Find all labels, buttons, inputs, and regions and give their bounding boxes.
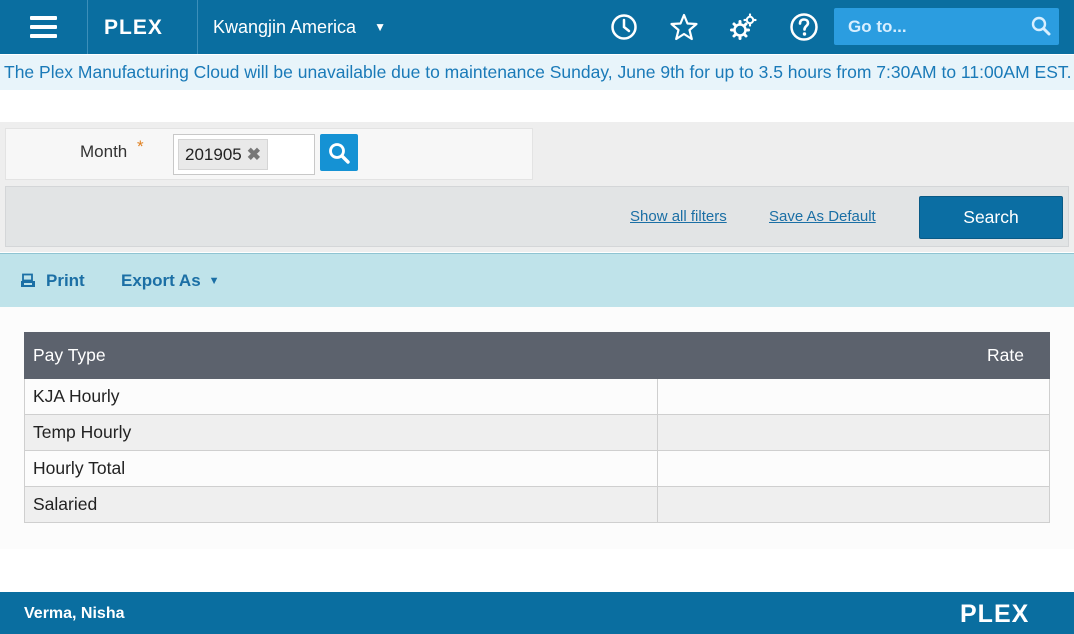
search-icon[interactable] xyxy=(1031,16,1051,41)
help-icon[interactable] xyxy=(784,7,824,47)
footer-logo-text: PLEX xyxy=(960,602,1029,626)
goto-input[interactable] xyxy=(848,16,1018,37)
export-label: Export As xyxy=(121,271,201,290)
pay-type-table: Pay Type Rate KJA Hourly Temp Hourly Hou… xyxy=(24,332,1050,523)
print-label: Print xyxy=(46,271,85,290)
month-picker-field[interactable]: 201905 ✖ xyxy=(173,134,315,175)
remove-chip-icon[interactable]: ✖ xyxy=(247,145,261,165)
goto-search-box[interactable] xyxy=(834,8,1059,45)
table-row[interactable]: KJA Hourly xyxy=(24,378,1050,415)
printer-icon xyxy=(21,273,35,287)
maintenance-banner: The Plex Manufacturing Cloud will be una… xyxy=(0,55,1074,90)
rate-cell xyxy=(657,450,1050,487)
pay-type-cell: Hourly Total xyxy=(24,450,658,487)
header-icon-group xyxy=(604,0,844,54)
star-icon[interactable] xyxy=(664,7,704,47)
footer-bar xyxy=(0,592,1074,634)
banner-message: The Plex Manufacturing Cloud will be una… xyxy=(4,62,1072,82)
logo-text: PLEX xyxy=(104,17,163,37)
footer-plex-logo: PLEX xyxy=(960,602,1029,626)
search-button[interactable]: Search xyxy=(919,196,1063,239)
month-value: 201905 xyxy=(185,144,242,164)
table-row[interactable]: Salaried xyxy=(24,486,1050,523)
print-button[interactable]: Print xyxy=(20,271,85,291)
export-as-dropdown[interactable]: Export As ▼ xyxy=(121,271,220,291)
gears-icon[interactable] xyxy=(724,7,764,47)
pay-type-cell: Temp Hourly xyxy=(24,414,658,451)
month-label: Month xyxy=(80,142,128,161)
chevron-down-icon: ▼ xyxy=(208,275,220,287)
rate-cell xyxy=(657,378,1050,415)
clock-icon[interactable] xyxy=(604,7,644,47)
table-row[interactable]: Hourly Total xyxy=(24,450,1050,487)
show-all-filters-link[interactable]: Show all filters xyxy=(630,208,727,225)
table-row[interactable]: Temp Hourly xyxy=(24,414,1050,451)
user-name: Verma, Nisha xyxy=(24,605,125,622)
table-header-row: Pay Type Rate xyxy=(24,332,1050,379)
chevron-down-icon: ▼ xyxy=(374,20,386,34)
column-header-pay-type[interactable]: Pay Type xyxy=(24,332,658,379)
rate-cell xyxy=(657,414,1050,451)
plex-logo[interactable]: PLEX xyxy=(88,0,198,54)
pay-type-cell: KJA Hourly xyxy=(24,378,658,415)
company-selector[interactable]: Kwangjin America ▼ xyxy=(198,0,386,54)
pay-type-cell: Salaried xyxy=(24,486,658,523)
save-as-default-link[interactable]: Save As Default xyxy=(769,208,876,225)
hamburger-menu-icon[interactable] xyxy=(0,0,88,54)
required-indicator: * xyxy=(137,137,144,156)
rate-cell xyxy=(657,486,1050,523)
company-name: Kwangjin America xyxy=(213,16,357,37)
search-icon xyxy=(329,142,350,164)
filter-action-bar xyxy=(5,186,1069,247)
month-lookup-button[interactable] xyxy=(320,134,358,171)
column-header-rate[interactable]: Rate xyxy=(657,332,1050,379)
month-chip: 201905 ✖ xyxy=(178,139,268,170)
